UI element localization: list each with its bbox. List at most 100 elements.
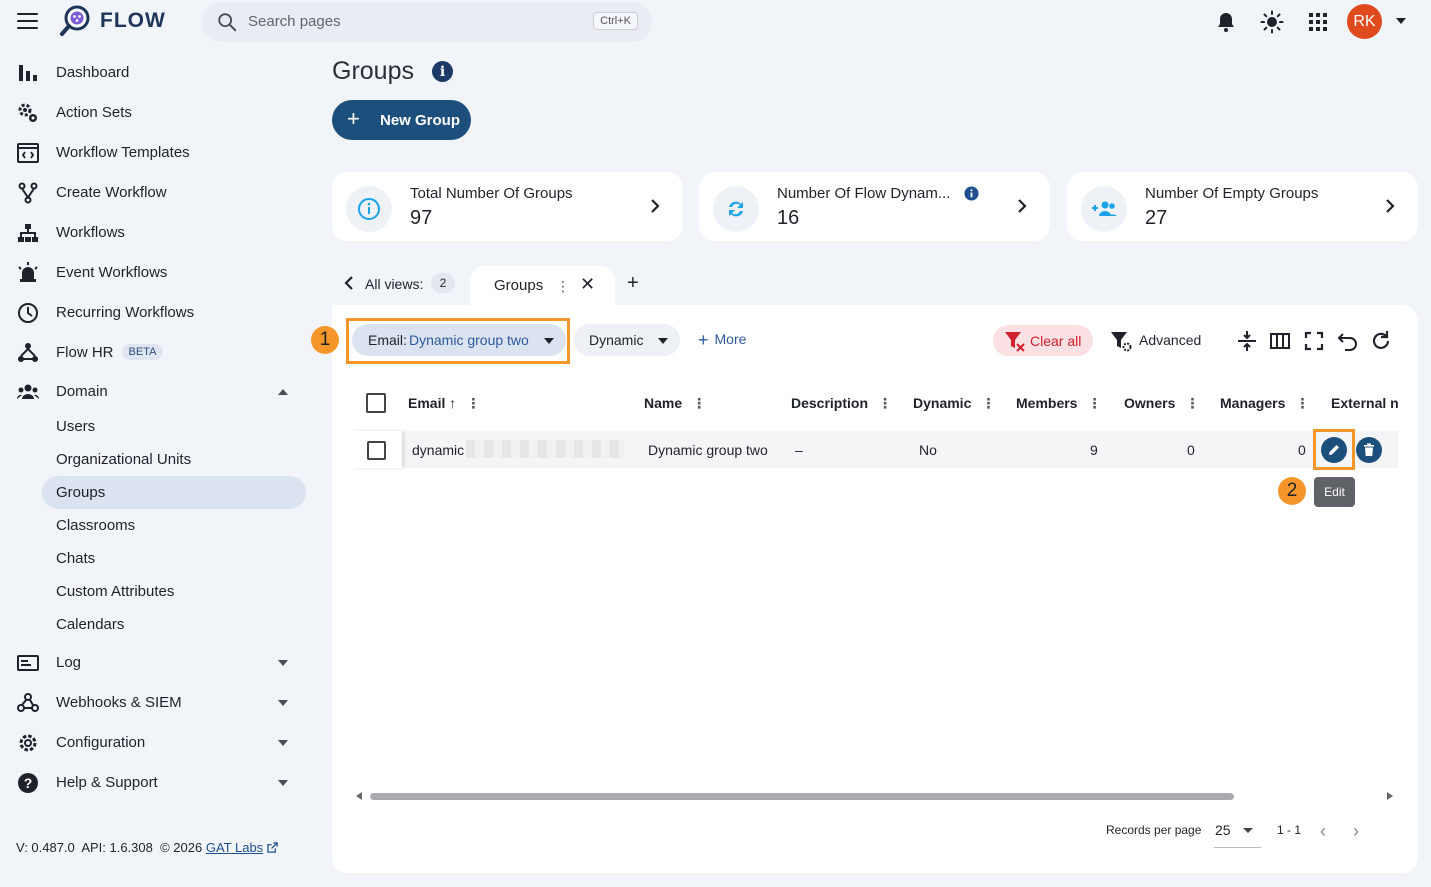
column-header-description[interactable]: Description ⋮ <box>791 395 892 412</box>
gears-icon <box>18 103 37 122</box>
svg-text:?: ? <box>24 775 33 791</box>
sidebar-subitem-calendars[interactable]: Calendars <box>42 608 306 641</box>
sidebar-item-help-support[interactable]: ? Help & Support <box>0 765 306 799</box>
search-bar[interactable]: Search pages Ctrl+K <box>202 2 652 42</box>
filter-settings-icon <box>1111 332 1132 352</box>
column-menu-icon[interactable]: ⋮ <box>1295 395 1309 411</box>
add-tab-icon[interactable]: + <box>627 272 639 295</box>
all-views-label[interactable]: All views: <box>365 276 423 292</box>
cell-owners: 0 <box>1187 442 1195 458</box>
chevron-down-icon[interactable] <box>1396 18 1406 24</box>
tab-groups[interactable]: Groups ⋮ ✕ <box>470 266 615 306</box>
columns-icon[interactable] <box>1269 330 1291 352</box>
column-label: Members <box>1016 395 1078 411</box>
column-menu-icon[interactable]: ⋮ <box>466 395 480 411</box>
column-menu-icon[interactable]: ⋮ <box>1087 395 1101 411</box>
prev-page-icon[interactable]: ‹ <box>1320 821 1326 842</box>
info-icon[interactable] <box>964 186 979 201</box>
fullscreen-icon[interactable] <box>1303 330 1325 352</box>
scroll-right-arrow-icon[interactable] <box>1387 792 1393 800</box>
undo-icon[interactable] <box>1337 330 1359 352</box>
chevron-right-icon <box>651 199 660 213</box>
column-label: Dynamic <box>913 395 972 411</box>
scrollbar-thumb[interactable] <box>370 793 1234 800</box>
select-all-checkbox[interactable] <box>366 393 386 413</box>
next-page-icon[interactable]: › <box>1353 821 1359 842</box>
more-filters-button[interactable]: + More <box>698 330 746 351</box>
sidebar-subitem-groups[interactable]: Groups <box>42 476 306 509</box>
version-info: V: 0.487.0 API: 1.6.308 © 2026 GAT Labs <box>16 840 278 855</box>
advanced-filter-button[interactable]: Advanced <box>1110 330 1201 355</box>
card-total-groups[interactable]: Total Number Of Groups 97 <box>332 172 683 241</box>
siren-icon <box>18 262 38 282</box>
filter-key: Dynamic <box>589 332 644 348</box>
menu-icon[interactable] <box>17 13 38 29</box>
sidebar-item-label: Workflow Templates <box>56 144 190 161</box>
cell-email[interactable]: dynamic <box>412 442 464 458</box>
column-menu-icon[interactable]: ⋮ <box>1185 395 1199 411</box>
sidebar-item-event-workflows[interactable]: Event Workflows <box>0 255 306 289</box>
column-label: Description <box>791 395 869 411</box>
sidebar-item-log[interactable]: Log <box>0 645 306 679</box>
horizontal-scrollbar[interactable] <box>352 790 1398 802</box>
new-group-button[interactable]: + New Group <box>332 100 471 140</box>
plus-icon: + <box>347 106 360 131</box>
sidebar-item-domain[interactable]: Domain <box>0 374 306 408</box>
theme-toggle-sun-icon[interactable] <box>1260 10 1284 34</box>
records-per-page-select[interactable]: 25 <box>1214 814 1261 848</box>
dynamic-filter-chip[interactable]: Dynamic <box>574 324 680 356</box>
sidebar-item-configuration[interactable]: Configuration <box>0 725 306 759</box>
sidebar-item-action-sets[interactable]: Action Sets <box>0 95 306 129</box>
more-label: More <box>714 331 747 347</box>
sidebar-item-webhooks-siem[interactable]: Webhooks & SIEM <box>0 685 306 719</box>
user-avatar[interactable]: RK <box>1347 4 1382 39</box>
row-checkbox[interactable] <box>367 441 386 460</box>
column-header-owners[interactable]: Owners ⋮ <box>1124 395 1199 412</box>
chevron-left-icon[interactable] <box>344 276 354 290</box>
search-icon <box>218 13 237 32</box>
density-icon[interactable] <box>1236 330 1258 352</box>
column-header-members[interactable]: Members ⋮ <box>1016 395 1101 412</box>
tab-label: Groups <box>494 277 544 294</box>
scroll-left-arrow-icon[interactable] <box>356 792 362 800</box>
apps-grid-icon[interactable] <box>1306 10 1330 34</box>
sidebar-item-workflow-templates[interactable]: Workflow Templates <box>0 135 306 169</box>
close-icon[interactable]: ✕ <box>580 274 595 295</box>
app-logo[interactable]: FLOW <box>58 3 166 39</box>
column-header-external[interactable]: External n <box>1331 395 1398 411</box>
sidebar-subitem-organizational-units[interactable]: Organizational Units <box>42 443 306 476</box>
sidebar-item-recurring-workflows[interactable]: Recurring Workflows <box>0 295 306 329</box>
sort-asc-icon[interactable]: ↑ <box>449 395 456 411</box>
card-empty-groups[interactable]: Number Of Empty Groups 27 <box>1067 172 1418 241</box>
more-vert-icon[interactable]: ⋮ <box>556 278 570 295</box>
app-name: FLOW <box>100 9 166 32</box>
clear-all-button[interactable]: Clear all <box>993 325 1093 356</box>
sidebar-subitem-custom-attributes[interactable]: Custom Attributes <box>42 575 306 608</box>
chevron-down-icon <box>278 660 288 666</box>
sidebar-subitem-classrooms[interactable]: Classrooms <box>42 509 306 542</box>
column-menu-icon[interactable]: ⋮ <box>692 395 706 411</box>
hierarchy-icon <box>18 224 38 242</box>
column-header-dynamic[interactable]: Dynamic ⋮ <box>913 395 995 412</box>
refresh-icon[interactable] <box>1370 330 1392 352</box>
records-per-page-label: Records per page <box>1106 823 1202 837</box>
sidebar-item-workflows[interactable]: Workflows <box>0 215 306 249</box>
column-menu-icon[interactable]: ⋮ <box>981 395 995 411</box>
search-input[interactable]: Search pages <box>248 13 341 30</box>
notifications-bell-icon[interactable] <box>1214 10 1238 34</box>
log-icon <box>17 655 39 671</box>
sidebar-subitem-users[interactable]: Users <box>42 410 306 443</box>
sidebar-subitem-chats[interactable]: Chats <box>42 542 306 575</box>
api-version: API: 1.6.308 <box>81 840 153 855</box>
sidebar-item-flow-hr[interactable]: Flow HR BETA <box>0 335 306 369</box>
delete-button[interactable] <box>1356 437 1382 463</box>
column-header-name[interactable]: Name ⋮ <box>644 395 706 412</box>
company-link[interactable]: GAT Labs <box>206 840 263 855</box>
sidebar-item-dashboard[interactable]: Dashboard <box>0 55 306 89</box>
sidebar-item-create-workflow[interactable]: Create Workflow <box>0 175 306 209</box>
column-menu-icon[interactable]: ⋮ <box>878 395 892 411</box>
card-flow-dynamic-groups[interactable]: Number Of Flow Dynam... 16 <box>699 172 1050 241</box>
column-header-managers[interactable]: Managers ⋮ <box>1220 395 1309 412</box>
column-header-email[interactable]: Email ↑ ⋮ <box>408 395 480 412</box>
info-icon[interactable]: i <box>432 61 453 82</box>
